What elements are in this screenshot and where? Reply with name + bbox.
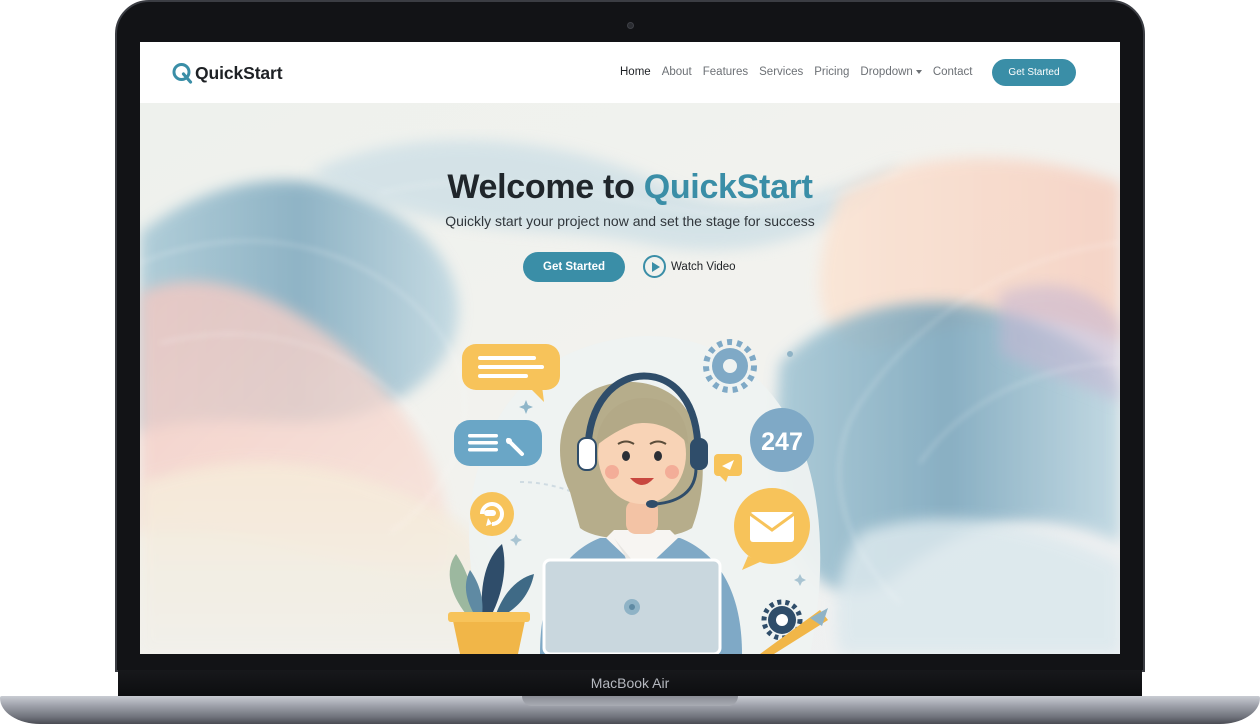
watch-video-link[interactable]: Watch Video xyxy=(643,255,736,278)
nav-dropdown-label: Dropdown xyxy=(860,66,913,78)
site-header: QuickStart Home About Features Services … xyxy=(140,42,1120,103)
logo[interactable]: QuickStart xyxy=(171,61,283,85)
badge-247-text: 247 xyxy=(761,428,803,456)
watch-video-label: Watch Video xyxy=(671,260,736,273)
caret-down-icon xyxy=(915,70,922,74)
laptop-hinge: MacBook Air xyxy=(118,670,1142,698)
laptop-notch xyxy=(522,696,738,706)
header-get-started-button[interactable]: Get Started xyxy=(992,59,1076,86)
laptop-illustration xyxy=(542,558,722,654)
nav-home[interactable]: Home xyxy=(620,66,651,78)
logo-text: QuickStart xyxy=(195,62,283,83)
nav-about[interactable]: About xyxy=(662,66,692,78)
hero-get-started-button[interactable]: Get Started xyxy=(523,252,625,282)
nav-contact[interactable]: Contact xyxy=(933,66,973,78)
play-circle-icon xyxy=(643,255,666,278)
hero-title-accent: QuickStart xyxy=(643,168,813,206)
camera-icon xyxy=(627,22,634,29)
message-bubble-icon xyxy=(454,420,542,466)
q-logo-icon xyxy=(172,63,193,84)
nav-pricing[interactable]: Pricing xyxy=(814,66,849,78)
hero-title-prefix: Welcome to xyxy=(447,168,644,206)
hero-subtitle: Quickly start your project now and set t… xyxy=(445,213,815,229)
main-nav: Home About Features Services Pricing Dro… xyxy=(620,66,983,78)
support-247-badge: 247 xyxy=(750,408,814,472)
nav-features[interactable]: Features xyxy=(703,66,748,78)
browser-screen: QuickStart Home About Features Services … xyxy=(140,42,1120,654)
device-label: MacBook Air xyxy=(590,675,670,691)
hero-title: Welcome to QuickStart xyxy=(140,168,1120,207)
nav-dropdown[interactable]: Dropdown xyxy=(860,66,922,78)
hero-illustration: 247 xyxy=(448,336,828,654)
refresh-icon xyxy=(470,492,514,536)
nav-services[interactable]: Services xyxy=(759,66,803,78)
